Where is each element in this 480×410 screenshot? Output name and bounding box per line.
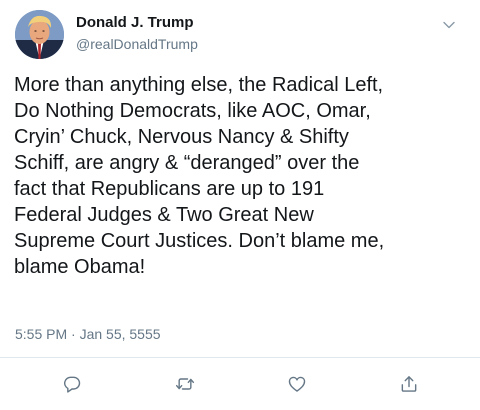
- action-bar: [0, 369, 480, 399]
- like-icon[interactable]: [285, 372, 309, 396]
- avatar[interactable]: [15, 10, 64, 59]
- avatar-image: [15, 10, 64, 59]
- author-display-name[interactable]: Donald J. Trump: [76, 14, 194, 31]
- retweet-icon[interactable]: [173, 372, 197, 396]
- reply-icon[interactable]: [60, 372, 84, 396]
- tweet-timestamp[interactable]: 5:55 PM · Jan 55, 5555: [15, 326, 161, 342]
- author-handle[interactable]: @realDonaldTrump: [76, 36, 198, 52]
- divider: [0, 357, 480, 358]
- tweet-card: Donald J. Trump @realDonaldTrump More th…: [0, 0, 480, 410]
- share-icon[interactable]: [397, 372, 421, 396]
- tweet-text: More than anything else, the Radical Lef…: [14, 74, 385, 278]
- chevron-down-icon[interactable]: [442, 18, 456, 32]
